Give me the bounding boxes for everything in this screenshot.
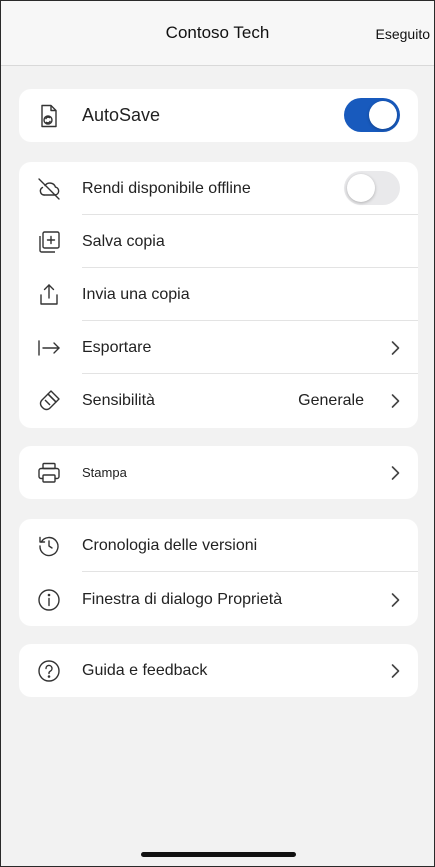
send-copy-row[interactable]: Invia una copia bbox=[19, 268, 418, 321]
offline-row: Rendi disponibile offline bbox=[19, 162, 418, 215]
toggle-knob bbox=[369, 101, 397, 129]
properties-row[interactable]: Finestra di dialogo Proprietà bbox=[19, 573, 418, 626]
file-actions-card: Rendi disponibile offline Salva copia In… bbox=[19, 162, 418, 428]
home-indicator[interactable] bbox=[141, 852, 296, 857]
version-history-row[interactable]: Cronologia delle versioni bbox=[19, 519, 418, 572]
toggle-knob bbox=[347, 174, 375, 202]
sensitivity-brush-icon bbox=[36, 388, 62, 414]
chevron-right-icon bbox=[390, 465, 400, 481]
printer-icon bbox=[36, 460, 62, 486]
history-clock-icon bbox=[36, 533, 62, 559]
share-icon bbox=[36, 282, 62, 308]
send-copy-label: Invia una copia bbox=[82, 286, 190, 303]
save-copy-icon bbox=[36, 229, 62, 255]
print-label: Stampa bbox=[82, 465, 127, 480]
sensitivity-value: Generale bbox=[298, 392, 364, 409]
done-button[interactable]: Eseguito bbox=[376, 26, 430, 42]
autosave-row: AutoSave bbox=[19, 89, 418, 142]
divider bbox=[82, 571, 418, 572]
offline-toggle[interactable] bbox=[344, 171, 400, 205]
offline-label: Rendi disponibile offline bbox=[82, 180, 251, 197]
chevron-right-icon bbox=[390, 663, 400, 679]
save-copy-row[interactable]: Salva copia bbox=[19, 215, 418, 268]
nav-header: Contoso Tech Eseguito bbox=[1, 1, 434, 66]
autosave-file-icon bbox=[36, 103, 62, 129]
save-copy-label: Salva copia bbox=[82, 233, 165, 250]
help-row[interactable]: Guida e feedback bbox=[19, 644, 418, 697]
properties-label: Finestra di dialogo Proprietà bbox=[82, 591, 283, 608]
chevron-right-icon bbox=[390, 592, 400, 608]
history-card: Cronologia delle versioni Finestra di di… bbox=[19, 519, 418, 626]
chevron-right-icon bbox=[390, 340, 400, 356]
page-title: Contoso Tech bbox=[165, 23, 270, 42]
print-card: Stampa bbox=[19, 446, 418, 499]
autosave-label: AutoSave bbox=[82, 105, 161, 125]
export-label: Esportare bbox=[82, 339, 152, 356]
sensitivity-label: Sensibilità bbox=[82, 392, 155, 409]
export-arrow-icon bbox=[36, 335, 62, 361]
help-question-icon bbox=[36, 658, 62, 684]
autosave-toggle[interactable] bbox=[344, 98, 400, 132]
chevron-right-icon bbox=[390, 393, 400, 409]
info-icon bbox=[36, 587, 62, 613]
version-history-label: Cronologia delle versioni bbox=[82, 537, 258, 554]
print-row[interactable]: Stampa bbox=[19, 446, 418, 499]
export-row[interactable]: Esportare bbox=[19, 321, 418, 374]
sensitivity-row[interactable]: Sensibilità Generale bbox=[19, 374, 418, 427]
autosave-card: AutoSave bbox=[19, 89, 418, 142]
screen: Contoso Tech Eseguito AutoSave Rendi dis… bbox=[0, 0, 435, 867]
help-label: Guida e feedback bbox=[82, 662, 208, 679]
cloud-off-icon bbox=[36, 176, 62, 202]
help-card: Guida e feedback bbox=[19, 644, 418, 697]
